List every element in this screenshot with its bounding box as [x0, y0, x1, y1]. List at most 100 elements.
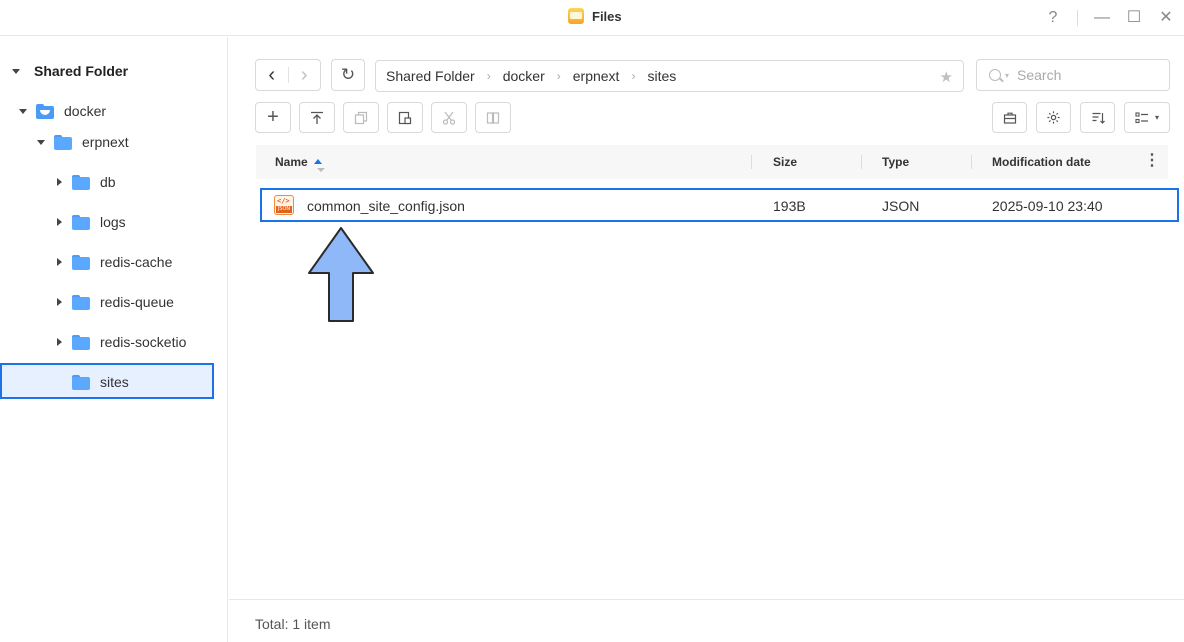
tree-item-label: redis-queue — [100, 294, 174, 310]
view-mode-button[interactable]: ▾ — [1124, 102, 1170, 133]
briefcase-icon — [1003, 112, 1016, 124]
tree-item-sites[interactable]: sites — [54, 367, 129, 397]
chevron-right-icon: › — [556, 69, 561, 83]
search-dropdown-icon[interactable]: ▾ — [1005, 71, 1009, 80]
json-file-icon — [274, 195, 294, 215]
tree-item-db[interactable]: db — [54, 167, 116, 197]
column-divider — [971, 155, 972, 169]
window-title: Files — [568, 8, 622, 24]
close-button[interactable]: ✕ — [1156, 8, 1176, 28]
column-label: Name — [275, 155, 308, 169]
title-bar: Files ? — ☐ ✕ — [0, 0, 1184, 36]
move-button[interactable] — [475, 102, 511, 133]
list-view-icon — [1135, 111, 1148, 123]
folder-icon — [72, 374, 90, 390]
expand-caret-icon[interactable] — [56, 338, 62, 346]
tree-item-redis-queue[interactable]: redis-queue — [54, 287, 174, 317]
scissors-icon — [442, 111, 456, 125]
tree-item-redis-socketio[interactable]: redis-socketio — [54, 327, 186, 357]
tree-item-redis-cache[interactable]: redis-cache — [54, 247, 172, 277]
column-divider — [751, 155, 752, 169]
column-name[interactable]: Name — [275, 155, 325, 172]
expand-caret-icon[interactable] — [19, 108, 27, 114]
cut-button[interactable] — [431, 102, 467, 133]
expand-caret-icon[interactable] — [56, 218, 62, 226]
paste-icon — [398, 111, 412, 124]
files-app-icon — [568, 8, 584, 24]
folder-icon — [54, 134, 72, 150]
gear-icon — [1047, 111, 1060, 124]
more-options-icon[interactable]: ⋮ — [1144, 153, 1160, 169]
settings-button[interactable] — [1036, 102, 1071, 133]
tools-button[interactable] — [992, 102, 1027, 133]
expand-caret-icon[interactable] — [56, 298, 62, 306]
tree-item-label: docker — [64, 103, 107, 119]
chevron-right-icon: › — [486, 69, 491, 83]
nav-button-group: ‹ › — [255, 59, 321, 91]
search-input[interactable]: ▾ Search — [976, 59, 1170, 91]
chevron-down-icon: ▾ — [1154, 113, 1159, 122]
folder-tree-sidebar: Shared Folder docker erpnext db logs red… — [0, 37, 228, 642]
favorite-star-icon[interactable]: ★ — [940, 68, 953, 86]
window-title-text: Files — [592, 8, 622, 24]
back-button[interactable]: ‹ — [256, 64, 288, 87]
shared-folder-root[interactable]: Shared Folder — [12, 63, 128, 79]
sort-button[interactable] — [1080, 102, 1115, 133]
tree-item-label: db — [100, 174, 116, 190]
column-type[interactable]: Type — [882, 155, 909, 169]
file-list-header: Name Size Type Modification date ⋮ — [256, 145, 1168, 179]
file-size: 193B — [773, 198, 806, 214]
paste-button[interactable] — [387, 102, 423, 133]
create-button[interactable]: + — [255, 102, 291, 133]
maximize-button[interactable]: ☐ — [1124, 8, 1144, 28]
minimize-button[interactable]: — — [1092, 8, 1112, 28]
column-divider — [861, 155, 862, 169]
file-modified: 2025-09-10 23:40 — [992, 198, 1103, 214]
table-row[interactable]: common_site_config.json 193B JSON 2025-0… — [260, 188, 1179, 222]
column-size[interactable]: Size — [773, 155, 797, 169]
total-count: Total: 1 item — [255, 616, 331, 632]
docker-folder-icon — [36, 103, 54, 119]
sort-desc-icon — [317, 168, 325, 172]
breadcrumb-docker[interactable]: docker — [503, 68, 545, 84]
collapse-caret-icon[interactable] — [12, 68, 20, 74]
folder-icon — [72, 254, 90, 270]
help-button[interactable]: ? — [1043, 8, 1063, 28]
breadcrumb-shared-folder[interactable]: Shared Folder — [386, 68, 475, 84]
pointer-arrow-icon — [308, 227, 374, 322]
folder-icon — [72, 174, 90, 190]
tree-item-label: sites — [100, 374, 129, 390]
file-name: common_site_config.json — [307, 198, 465, 214]
folder-icon — [72, 214, 90, 230]
breadcrumb-erpnext[interactable]: erpnext — [573, 68, 620, 84]
breadcrumb-sites[interactable]: sites — [647, 68, 676, 84]
expand-caret-icon[interactable] — [56, 178, 62, 186]
column-modification-date[interactable]: Modification date — [992, 155, 1091, 169]
tree-item-docker[interactable]: docker — [18, 96, 106, 126]
tree-item-label: logs — [100, 214, 126, 230]
search-icon — [989, 69, 1001, 81]
status-bar: Total: 1 item — [229, 599, 1184, 642]
forward-button[interactable]: › — [288, 64, 320, 87]
title-divider — [1077, 10, 1078, 26]
tree-item-erpnext[interactable]: erpnext — [36, 127, 129, 157]
plus-icon: + — [267, 106, 279, 128]
file-browser-main: ‹ › ↻ Shared Folder › docker › erpnext ›… — [229, 37, 1184, 642]
shared-folder-label: Shared Folder — [34, 63, 129, 79]
refresh-button[interactable]: ↻ — [331, 59, 365, 91]
expand-caret-icon[interactable] — [56, 258, 62, 266]
search-placeholder: Search — [1017, 67, 1062, 83]
breadcrumb: Shared Folder › docker › erpnext › sites… — [375, 60, 964, 92]
tree-item-label: erpnext — [82, 134, 129, 150]
tree-item-label: redis-socketio — [100, 334, 187, 350]
copy-icon — [354, 111, 368, 124]
upload-icon — [311, 111, 323, 124]
tree-item-logs[interactable]: logs — [54, 207, 126, 237]
copy-button[interactable] — [343, 102, 379, 133]
file-type: JSON — [882, 198, 920, 214]
upload-button[interactable] — [299, 102, 335, 133]
expand-caret-icon[interactable] — [37, 139, 45, 145]
folder-icon — [72, 294, 90, 310]
tree-item-label: redis-cache — [100, 254, 173, 270]
sort-icon — [1092, 112, 1105, 124]
